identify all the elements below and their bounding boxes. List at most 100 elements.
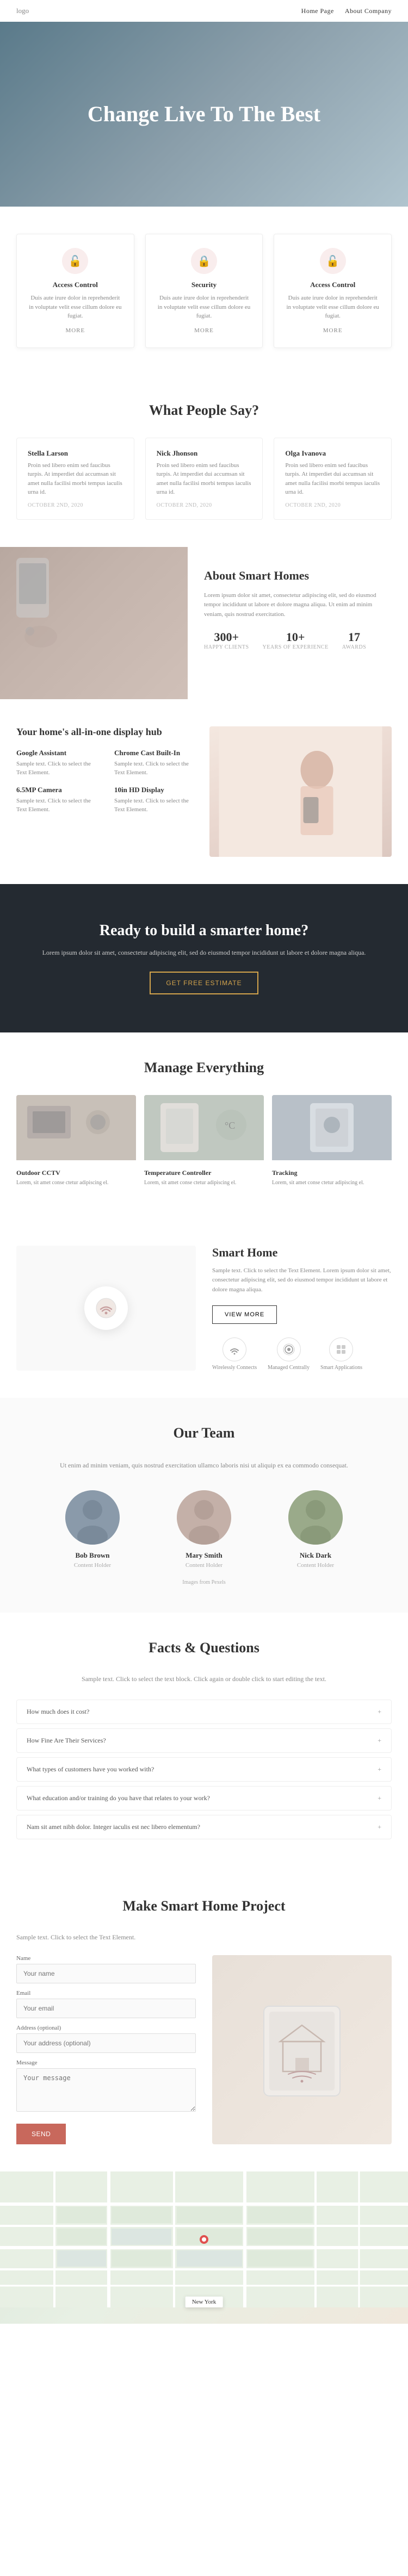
- stat-label-1: YEARS OF EXPERIENCE: [263, 644, 329, 650]
- message-field: Message: [16, 2059, 196, 2114]
- smart-device-icon: [84, 1286, 128, 1330]
- faq-chevron-3: +: [378, 1794, 381, 1802]
- testimonial-1: Nick Jhonson Proin sed libero enim sed f…: [145, 438, 263, 520]
- faq-item-1[interactable]: How Fine Are Their Services? +: [16, 1728, 392, 1753]
- faq-chevron-1: +: [378, 1737, 381, 1745]
- manage-card-title-2: Tracking: [272, 1165, 392, 1179]
- bob-avatar: [65, 1490, 120, 1545]
- hero-title: Change Live To The Best: [88, 101, 320, 127]
- faq-question-4: Nam sit amet nibh dolor. Integer iaculis…: [27, 1823, 200, 1831]
- testimonial-0: Stella Larson Proin sed libero enim sed …: [16, 438, 134, 520]
- team-member-0: Bob Brown Content Holder: [44, 1490, 141, 1569]
- hero-section: Change Live To The Best: [0, 22, 408, 207]
- faq-item-4[interactable]: Nam sit amet nibh dolor. Integer iaculis…: [16, 1815, 392, 1839]
- feature-card-1: 🔒 Security Duis aute irure dolor in repr…: [145, 234, 263, 348]
- faq-question-0: How much does it cost?: [27, 1708, 89, 1716]
- smart-icon-1: Managed Centrally: [268, 1337, 310, 1371]
- contact-form: Name Email Address (optional) Message SE…: [16, 1955, 196, 2144]
- contact-title: Make Smart Home Project: [16, 1898, 392, 1914]
- feature-title-1: Security: [157, 281, 252, 289]
- message-label: Message: [16, 2059, 196, 2066]
- smart-device-visual: [16, 1246, 196, 1371]
- faq-section: Facts & Questions Sample text. Click to …: [0, 1613, 408, 1871]
- smart-icon-label-2: Smart Applications: [320, 1365, 362, 1371]
- apps-svg: [335, 1343, 347, 1355]
- team-name-2: Nick Dark: [267, 1551, 364, 1560]
- feature-icon-2: 🔓: [320, 248, 346, 274]
- stat-label-2: AWARDS: [342, 644, 366, 650]
- manage-card-title-1: Temperature Controller: [144, 1165, 264, 1179]
- feature-title-0: Access Control: [28, 281, 123, 289]
- about-stats: 300+ HAPPY CLIENTS 10+ YEARS OF EXPERIEN…: [204, 630, 392, 650]
- testimonial-name-2: Olga Ivanova: [285, 449, 380, 458]
- map-label: New York: [186, 2297, 223, 2307]
- stat-1: 10+ YEARS OF EXPERIENCE: [263, 630, 329, 650]
- faq-item-3[interactable]: What education and/or training do you ha…: [16, 1786, 392, 1810]
- hub-right: [209, 726, 392, 857]
- testimonial-text-2: Proin sed libero enim sed faucibus turpi…: [285, 461, 380, 497]
- woman-illustration: [209, 726, 392, 857]
- wireless-icon: [222, 1337, 246, 1361]
- submit-button[interactable]: SEND: [16, 2124, 66, 2144]
- message-textarea[interactable]: [16, 2068, 196, 2112]
- smart-icon-0: Wirelessly Connects: [212, 1337, 257, 1371]
- nav-home[interactable]: Home Page: [301, 7, 334, 15]
- hub-grid: Google Assistant Sample text. Click to s…: [16, 749, 199, 814]
- hub-item-label-2: 6.5MP Camera: [16, 786, 101, 794]
- feature-more-2[interactable]: MORE: [285, 327, 380, 334]
- team-name-0: Bob Brown: [44, 1551, 141, 1560]
- email-input[interactable]: [16, 1999, 196, 2018]
- testimonials-grid: Stella Larson Proin sed libero enim sed …: [16, 438, 392, 520]
- features-section: 🔓 Access Control Duis aute irure dolor i…: [0, 207, 408, 375]
- team-grid: Bob Brown Content Holder Mary Smith Cont…: [16, 1490, 392, 1569]
- hub-image: [209, 726, 392, 857]
- feature-card-2: 🔓 Access Control Duis aute irure dolor i…: [274, 234, 392, 348]
- nav-about[interactable]: About Company: [345, 7, 392, 15]
- cta-section: Ready to build a smarter home? Lorem ips…: [0, 884, 408, 1032]
- manage-card-0: Outdoor CCTV Lorem, sit amet conse ctetu…: [16, 1095, 136, 1191]
- navigation: logo Home Page About Company: [0, 0, 408, 22]
- contact-image: [212, 1955, 392, 2144]
- address-input[interactable]: [16, 2033, 196, 2053]
- track-illustration: [272, 1095, 392, 1160]
- testimonial-2: Olga Ivanova Proin sed libero enim sed f…: [274, 438, 392, 520]
- testimonial-text-1: Proin sed libero enim sed faucibus turpi…: [157, 461, 252, 497]
- testimonial-text-0: Proin sed libero enim sed faucibus turpi…: [28, 461, 123, 497]
- team-role-0: Content Holder: [44, 1562, 141, 1569]
- wireless-svg: [228, 1343, 240, 1355]
- avatar-nick: [288, 1490, 343, 1545]
- name-input[interactable]: [16, 1964, 196, 1983]
- faq-item-0[interactable]: How much does it cost? +: [16, 1700, 392, 1724]
- feature-more-0[interactable]: MORE: [28, 327, 123, 334]
- stat-number-2: 17: [342, 630, 366, 644]
- cta-button[interactable]: GET FREE ESTIMATE: [150, 972, 258, 994]
- faq-item-2[interactable]: What types of customers have you worked …: [16, 1757, 392, 1782]
- mary-avatar: [177, 1490, 231, 1545]
- testimonial-date-1: OCTOBER 2ND, 2020: [157, 502, 252, 508]
- faq-chevron-2: +: [378, 1765, 381, 1774]
- feature-icon-0: 🔓: [62, 248, 88, 274]
- smart-view-more-button[interactable]: VIEW MORE: [212, 1305, 277, 1324]
- hub-section: Your home's all-in-one display hub Googl…: [0, 699, 408, 884]
- smart-icon-label-1: Managed Centrally: [268, 1365, 310, 1371]
- feature-more-1[interactable]: MORE: [157, 327, 252, 334]
- team-name-1: Mary Smith: [155, 1551, 253, 1560]
- address-label: Address (optional): [16, 2025, 196, 2031]
- name-label: Name: [16, 1955, 196, 1962]
- feature-icon-1: 🔒: [191, 248, 217, 274]
- centrally-svg: [283, 1343, 295, 1355]
- hub-title: Your home's all-in-one display hub: [16, 726, 199, 738]
- team-credit: Images from Pexels: [16, 1579, 392, 1585]
- smart-icons: Wirelessly Connects Managed Centrally: [212, 1337, 392, 1371]
- about-title: About Smart Homes: [204, 569, 392, 583]
- wifi-icon: [95, 1297, 117, 1319]
- temp-illustration: °C: [144, 1095, 264, 1160]
- phone-illustration: [0, 547, 65, 656]
- team-member-1: Mary Smith Content Holder: [155, 1490, 253, 1569]
- team-member-2: Nick Dark Content Holder: [267, 1490, 364, 1569]
- smart-icon-2: Smart Applications: [320, 1337, 362, 1371]
- hub-item-text-1: Sample text. Click to select the Text El…: [114, 760, 199, 777]
- testimonial-date-0: OCTOBER 2ND, 2020: [28, 502, 123, 508]
- hub-item-label-3: 10in HD Display: [114, 786, 199, 794]
- hub-layout: Your home's all-in-one display hub Googl…: [16, 726, 392, 857]
